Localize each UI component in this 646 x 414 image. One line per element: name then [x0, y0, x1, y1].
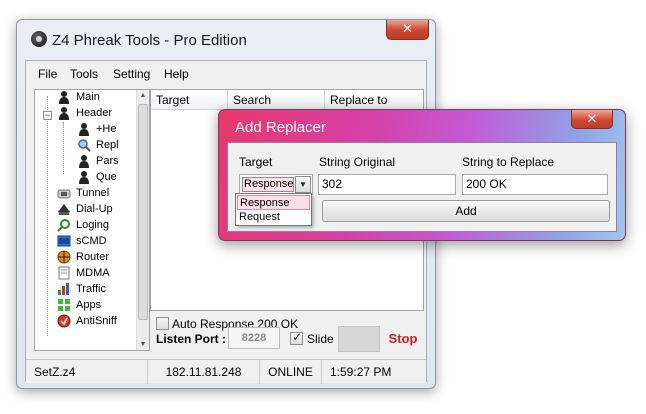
target-label: Target	[239, 155, 273, 169]
stop-button[interactable]: Stop	[382, 326, 424, 352]
scroll-down-arrow-icon[interactable]: ▼	[139, 341, 147, 348]
terminal-icon	[57, 235, 71, 247]
chevron-down-icon[interactable]: ▼	[295, 176, 311, 193]
target-select[interactable]: Response ▼	[239, 174, 313, 195]
window-title: Z4 Phreak Tools - Pro Edition	[52, 32, 247, 49]
status-bar: SetZ.z4 182.11.81.248 ONLINE 1:59:27 PM	[26, 359, 426, 384]
window-close-button[interactable]: ✕	[386, 20, 429, 40]
status-state: ONLINE	[260, 360, 322, 384]
tree-guide-line	[47, 96, 48, 336]
string-original-input[interactable]: 302	[318, 174, 456, 195]
menu-help[interactable]: Help	[164, 67, 189, 81]
target-select-value: Response	[242, 177, 294, 192]
app-logo-icon	[31, 31, 47, 47]
target-dropdown-list: Response Request	[235, 193, 312, 226]
search-icon	[57, 219, 70, 232]
dropdown-option-response[interactable]: Response	[237, 195, 310, 210]
tree-scrollbar[interactable]: ▲ ▼	[136, 90, 149, 350]
dialog-close-button[interactable]: ✕	[571, 110, 613, 129]
indicator-box	[338, 326, 380, 352]
shield-icon	[57, 314, 71, 328]
listen-port-label: Listen Port :	[156, 332, 227, 346]
column-search[interactable]: Search	[228, 90, 325, 110]
person-icon	[79, 171, 89, 184]
person-icon	[79, 123, 89, 136]
menu-bar: File Tools Setting Help	[26, 61, 426, 85]
add-button[interactable]: Add	[322, 200, 610, 222]
scroll-up-arrow-icon[interactable]: ▲	[139, 92, 147, 99]
tree-guide-line	[63, 122, 64, 174]
apps-icon	[58, 299, 70, 311]
dropdown-option-request[interactable]: Request	[237, 210, 310, 225]
magnifier-icon	[78, 139, 91, 152]
person-icon	[59, 91, 69, 104]
title-bar[interactable]: Z4 Phreak Tools - Pro Edition ✕	[17, 20, 435, 60]
navigation-tree[interactable]: − Main Header +He Repl Pars Que Tunnel D…	[34, 89, 150, 351]
scrollbar-thumb[interactable]	[138, 104, 148, 320]
listen-port-input[interactable]: 8228	[228, 327, 280, 349]
tree-collapse-icon[interactable]: −	[43, 111, 52, 120]
column-target[interactable]: Target	[151, 90, 228, 110]
dialog-title: Add Replacer	[235, 119, 326, 136]
menu-file[interactable]: File	[38, 67, 57, 81]
status-time: 1:59:27 PM	[330, 365, 392, 379]
menu-setting[interactable]: Setting	[113, 67, 150, 81]
listen-panel: Listen Port : 8228 Slide Stop	[150, 326, 424, 352]
status-ip: 182.11.81.248	[148, 360, 260, 384]
menu-tools[interactable]: Tools	[70, 67, 98, 81]
chart-icon	[58, 283, 69, 295]
person-icon	[59, 107, 69, 120]
string-replace-label: String to Replace	[462, 155, 555, 169]
globe-icon	[57, 250, 71, 264]
phone-icon	[58, 204, 70, 215]
list-header: Target Search Replace to	[151, 90, 423, 110]
slide-checkbox[interactable]	[290, 330, 303, 345]
person-icon	[79, 155, 89, 168]
status-file: SetZ.z4	[34, 360, 148, 384]
slide-label: Slide	[307, 332, 334, 346]
string-original-label: String Original	[319, 155, 396, 169]
string-replace-input[interactable]: 200 OK	[462, 174, 608, 195]
tunnel-icon	[57, 189, 71, 199]
document-icon	[58, 266, 70, 280]
column-replace-to[interactable]: Replace to	[325, 90, 425, 110]
